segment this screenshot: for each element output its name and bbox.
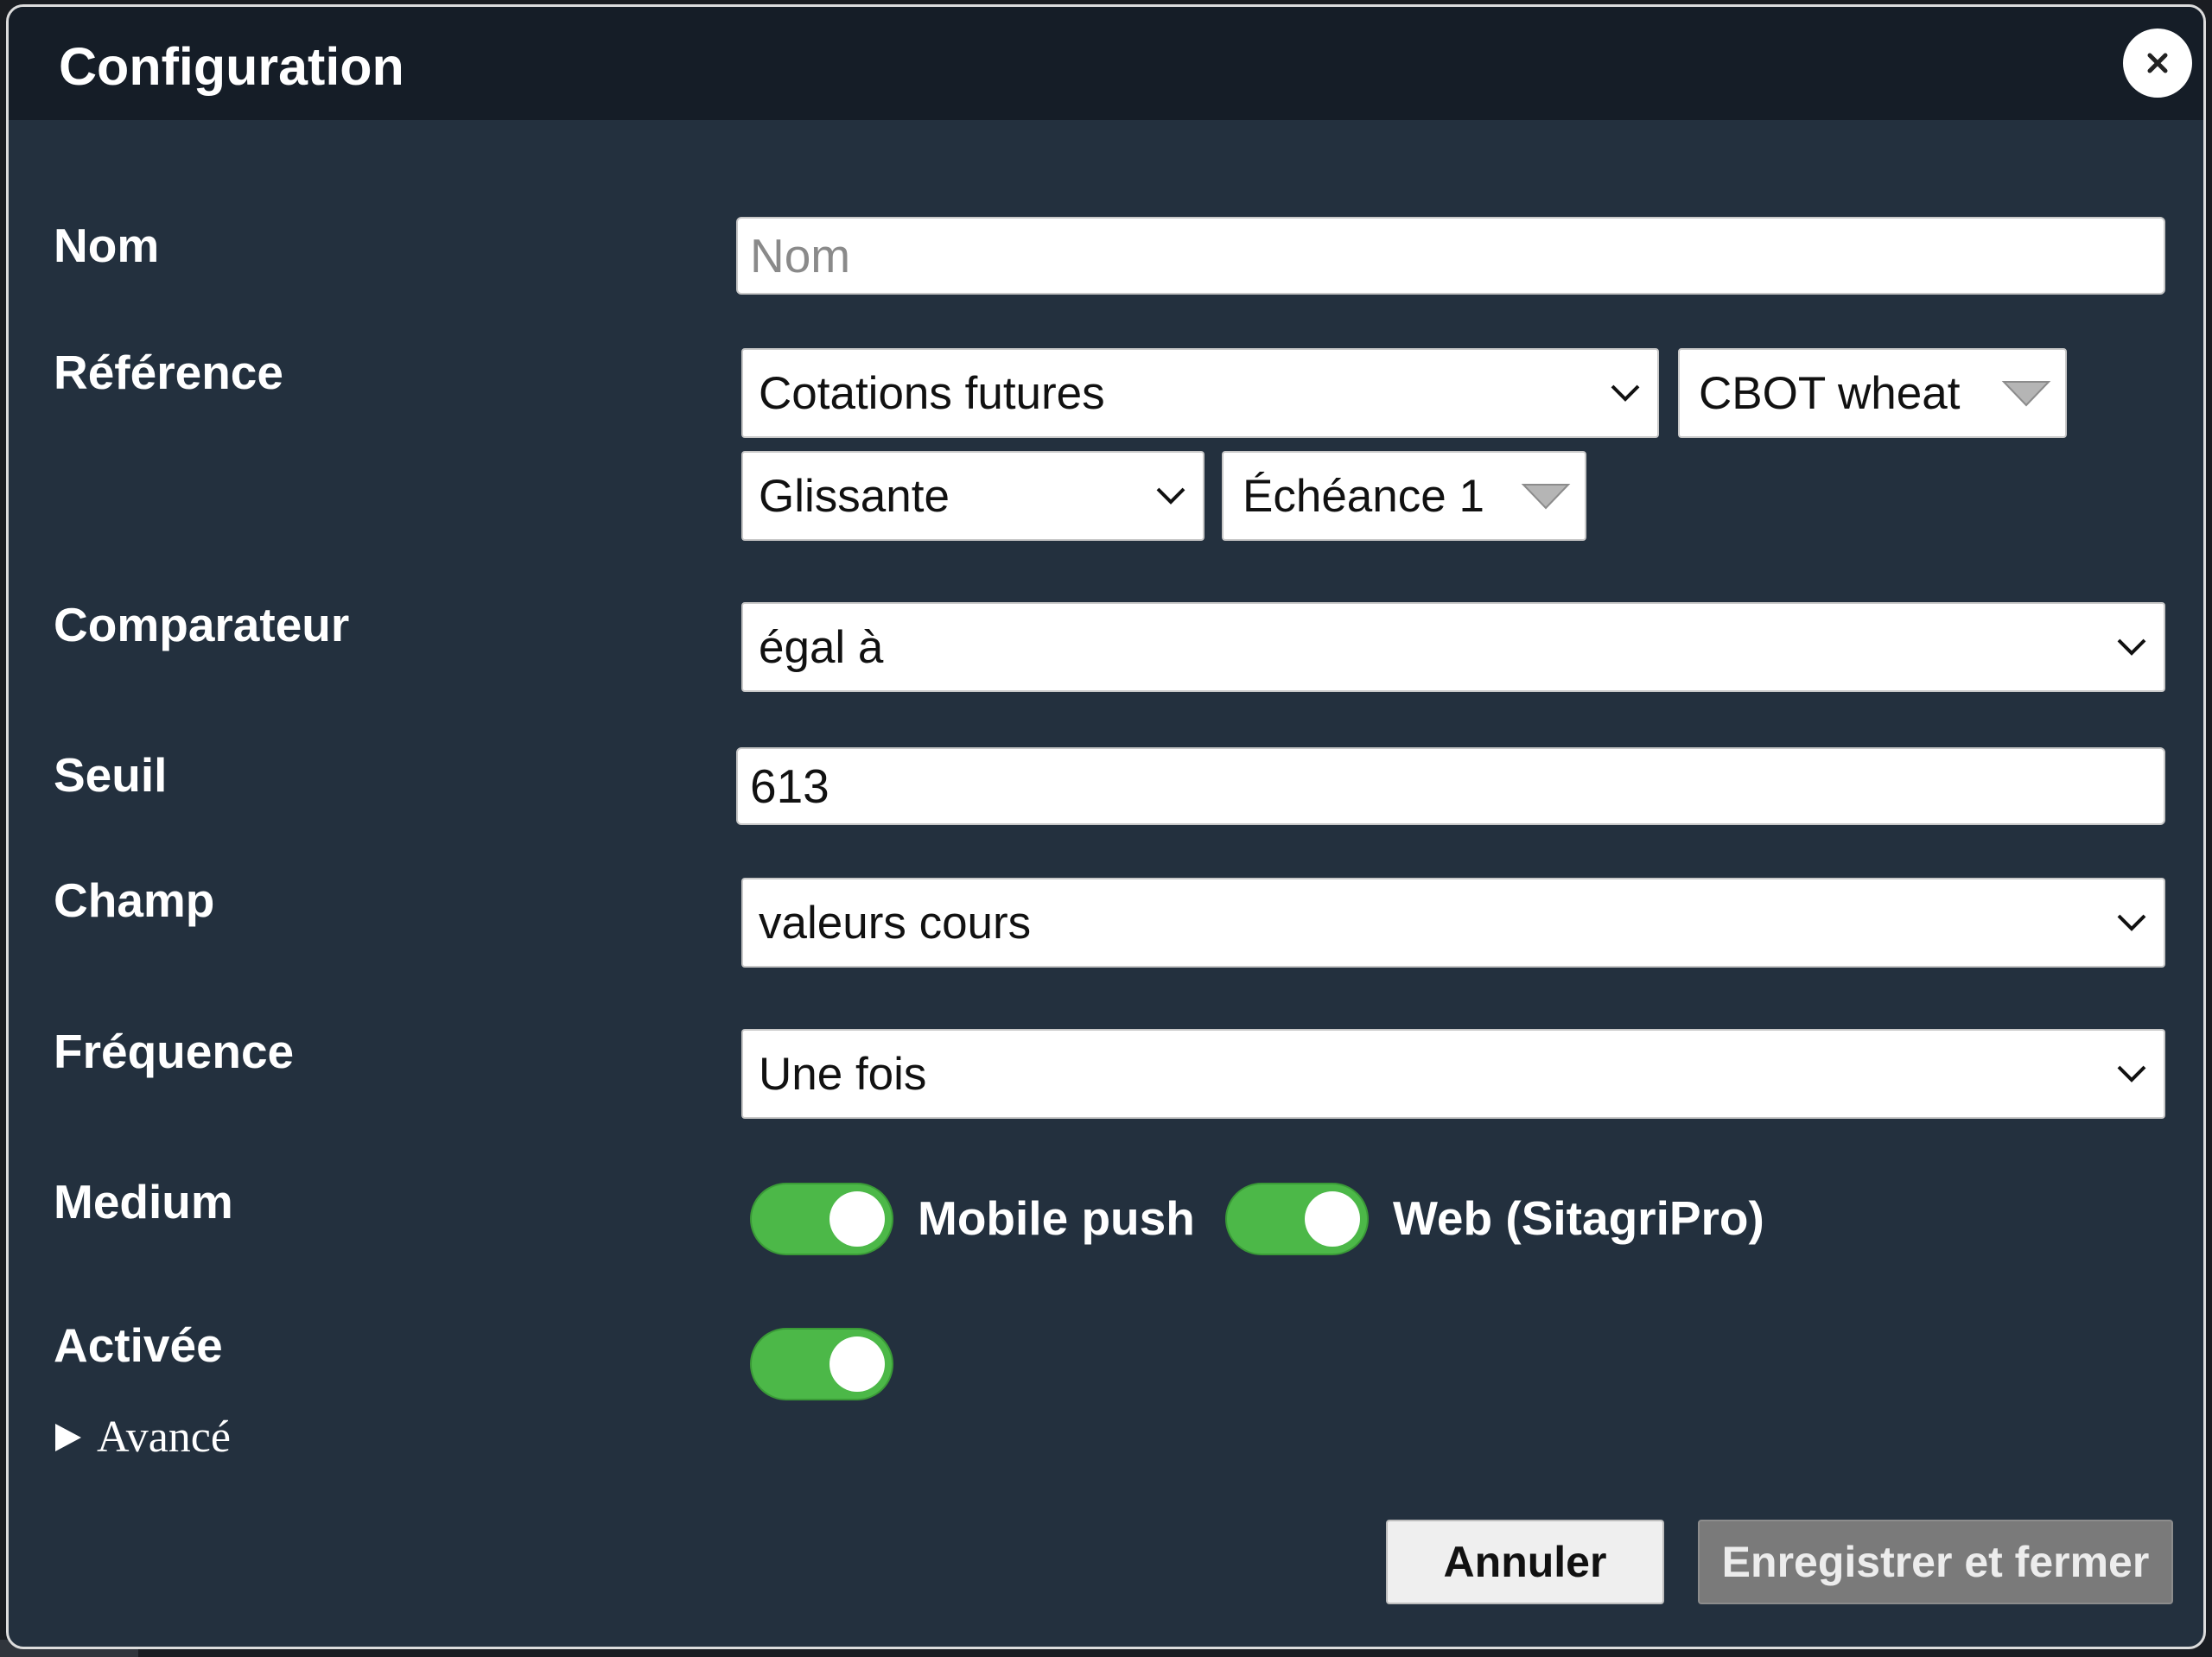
frequence-label: Fréquence — [54, 1025, 295, 1078]
medium-label: Medium — [54, 1175, 233, 1228]
reference-mode-select[interactable]: Glissante — [741, 451, 1205, 541]
reference-label: Référence — [54, 346, 283, 399]
reference-maturity-value: Échéance 1 — [1243, 470, 1484, 522]
chevron-down-icon — [2117, 1065, 2146, 1082]
web-sitagripro-toggle[interactable] — [1225, 1183, 1369, 1255]
chevron-down-icon — [2117, 638, 2146, 656]
nom-input[interactable] — [736, 217, 2165, 295]
champ-select[interactable]: valeurs cours — [741, 878, 2165, 968]
mobile-push-label: Mobile push — [918, 1191, 1195, 1245]
seuil-input[interactable] — [736, 747, 2165, 825]
frequence-value: Une fois — [759, 1048, 927, 1100]
frequence-select[interactable]: Une fois — [741, 1029, 2165, 1119]
web-sitagripro-label: Web (SitagriPro) — [1393, 1191, 1764, 1245]
advanced-label: Avancé — [97, 1413, 231, 1462]
reference-maturity-select[interactable]: Échéance 1 — [1222, 451, 1586, 541]
toggle-knob — [830, 1191, 885, 1247]
advanced-disclosure[interactable]: Avancé — [54, 1412, 231, 1463]
mobile-push-toggle[interactable] — [750, 1183, 893, 1255]
nom-label: Nom — [54, 219, 160, 272]
triangle-right-icon — [55, 1423, 81, 1451]
reference-market-select[interactable]: CBOT wheat — [1678, 348, 2067, 438]
cancel-button[interactable]: Annuler — [1386, 1520, 1664, 1604]
triangle-down-icon — [2001, 381, 2051, 407]
seuil-label: Seuil — [54, 748, 168, 802]
comparateur-value: égal à — [759, 621, 884, 673]
dialog-titlebar: Configuration — [9, 7, 2203, 120]
activee-label: Activée — [54, 1318, 223, 1372]
save-and-close-button[interactable]: Enregistrer et fermer — [1698, 1520, 2173, 1604]
close-button[interactable] — [2123, 29, 2192, 98]
chevron-down-icon — [1611, 384, 1640, 402]
reference-mode-value: Glissante — [759, 470, 950, 522]
triangle-down-icon — [1521, 484, 1571, 510]
comparateur-select[interactable]: égal à — [741, 602, 2165, 692]
champ-value: valeurs cours — [759, 897, 1032, 949]
reference-type-value: Cotations futures — [759, 367, 1105, 419]
activee-toggle[interactable] — [750, 1328, 893, 1400]
dialog-title: Configuration — [59, 37, 404, 96]
champ-label: Champ — [54, 873, 215, 927]
toggle-knob — [1305, 1191, 1360, 1247]
reference-market-value: CBOT wheat — [1699, 367, 1961, 419]
comparateur-label: Comparateur — [54, 598, 350, 651]
close-icon — [2147, 53, 2168, 73]
chevron-down-icon — [2117, 914, 2146, 931]
chevron-down-icon — [1156, 487, 1185, 505]
reference-type-select[interactable]: Cotations futures — [741, 348, 1659, 438]
configuration-dialog: Configuration Nom Référence Cotations fu… — [6, 4, 2206, 1649]
toggle-knob — [830, 1336, 885, 1392]
